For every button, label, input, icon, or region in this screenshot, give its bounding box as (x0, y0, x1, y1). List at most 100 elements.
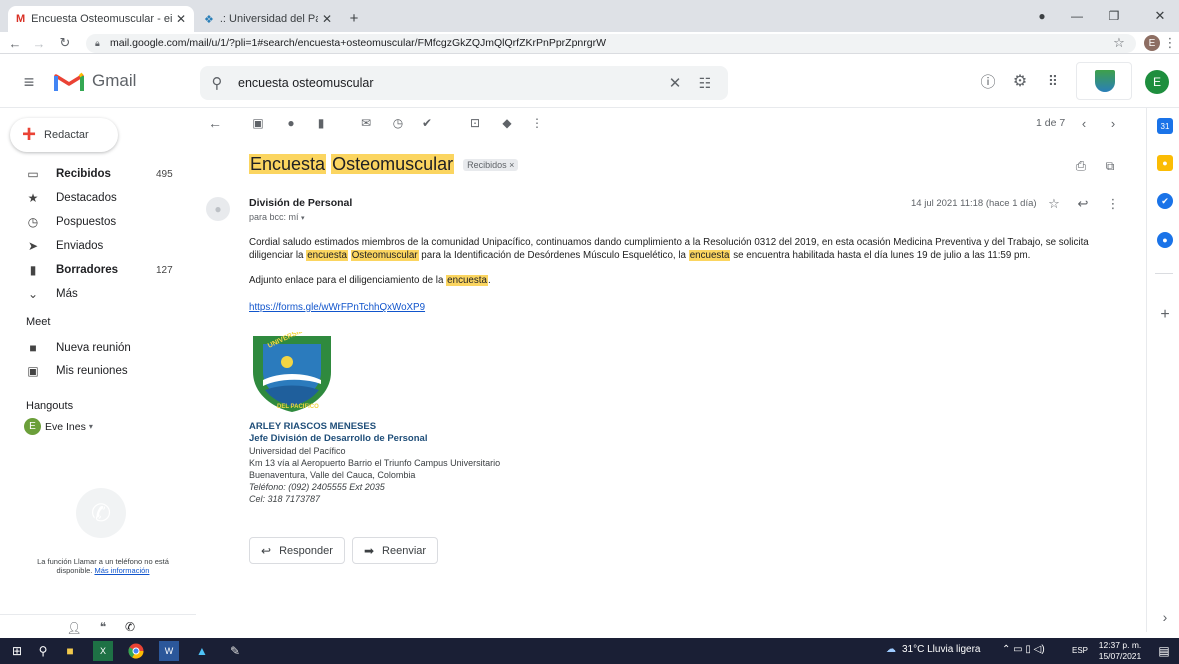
minimize-window-icon[interactable]: — (1067, 6, 1087, 26)
org-logo-box[interactable] (1076, 62, 1132, 100)
tab-close-icon[interactable]: ✕ (176, 12, 186, 26)
sidebar-item-inbox[interactable]: ▭ Recibidos 495 (0, 162, 196, 186)
search-bar[interactable]: ⚲ encuesta osteomuscular ✕ ☷ (200, 66, 728, 100)
keep-app-icon[interactable]: ● (1157, 155, 1173, 171)
sidebar-item-label: Recibidos (56, 168, 111, 180)
expand-panel-chevron-icon[interactable]: › (1156, 608, 1174, 626)
search-input[interactable]: encuesta osteomuscular (238, 76, 374, 90)
message-more-icon[interactable]: ⋮ (1104, 195, 1122, 213)
more-actions-icon[interactable]: ⋮ (528, 114, 546, 132)
profile-avatar[interactable]: E (1144, 35, 1160, 51)
star-outline-icon[interactable]: ☆ (1045, 195, 1063, 213)
forward-arrow-icon[interactable]: → (30, 34, 48, 52)
label-tag-icon[interactable]: ◆ (498, 114, 516, 132)
paint-icon[interactable]: ✎ (225, 641, 245, 661)
url-field[interactable]: 🔒︎ mail.google.com/mail/u/1/?pli=1#searc… (86, 34, 1136, 53)
hangouts-heading: Hangouts (26, 400, 74, 412)
panel-divider (1155, 273, 1173, 274)
close-window-icon[interactable]: ✕ (1150, 6, 1170, 26)
chevron-down-icon: ▾ (301, 215, 305, 222)
snooze-clock-icon[interactable]: ◷ (389, 114, 407, 132)
browser-tab-university[interactable]: ❖ .: Universidad del Pacifico - Buen ✕ (196, 6, 340, 32)
back-to-search-icon[interactable]: ← (206, 114, 224, 132)
label-chip[interactable]: Recibidos × (463, 159, 519, 172)
unread-count: 495 (156, 168, 173, 180)
archive-icon[interactable]: ▣ (249, 114, 267, 132)
language-indicator[interactable]: ESP (1072, 646, 1088, 655)
meet-new-meeting[interactable]: ■ Nueva reunión (0, 336, 196, 360)
clock[interactable]: 12:37 p. m. 15/07/2021 (1098, 640, 1142, 662)
back-arrow-icon[interactable]: ← (6, 34, 24, 52)
meet-my-meetings[interactable]: ▣ Mis reuniones (0, 359, 196, 383)
weather-widget[interactable]: ☁ 31°C Lluvia ligera (886, 644, 981, 655)
tab-search-icon[interactable]: ● (1034, 8, 1050, 24)
sidebar-item-sent[interactable]: ➤ Enviados (0, 234, 196, 258)
move-to-icon[interactable]: ⊡ (466, 114, 484, 132)
forward-button[interactable]: ➡ Reenviar (352, 537, 438, 564)
notifications-icon[interactable]: ▤ (1154, 641, 1174, 661)
sender-name[interactable]: División de Personal (249, 197, 352, 209)
chat-bubble-icon[interactable]: ❝ (94, 618, 112, 636)
delete-trash-icon[interactable]: ▮ (312, 114, 330, 132)
excel-icon[interactable]: X (93, 641, 113, 661)
compose-button[interactable]: + Redactar (10, 118, 118, 152)
hangouts-user[interactable]: E Eve Ines ▾ (24, 418, 93, 435)
photos-icon[interactable]: ▲ (192, 641, 212, 661)
older-chevron-right-icon[interactable]: › (1104, 114, 1122, 132)
contacts-app-icon[interactable]: ● (1157, 232, 1173, 248)
gmail-logo-icon[interactable] (54, 70, 84, 92)
chrome-icon[interactable] (126, 641, 146, 661)
tab-close-icon[interactable]: ✕ (322, 12, 332, 26)
tasks-app-icon[interactable]: ✔ (1157, 193, 1173, 209)
signature-line: Km 13 vía al Aeropuerto Barrio el Triunf… (249, 458, 501, 468)
survey-link[interactable]: https://forms.gle/wWrFPnTchhQxWoXP9 (249, 302, 425, 313)
help-icon[interactable]: ⓘ (978, 71, 998, 91)
clear-search-icon[interactable]: ✕ (666, 74, 684, 92)
sidebar-item-drafts[interactable]: ▮ Borradores 127 (0, 258, 196, 282)
system-tray-icons[interactable]: ⌃ ▭ ▯ ◁) (1002, 644, 1045, 655)
browser-menu-icon[interactable]: ⋮ (1164, 34, 1177, 52)
new-tab-button[interactable]: + (344, 8, 364, 28)
url-text: mail.google.com/mail/u/1/?pli=1#search/e… (110, 37, 607, 49)
account-avatar[interactable]: E (1145, 70, 1169, 94)
sidebar-item-snoozed[interactable]: ◷ Pospuestos (0, 210, 196, 234)
browser-tab-gmail[interactable]: M Encuesta Osteomuscular - einesr ✕ (8, 6, 194, 32)
windows-start-icon[interactable]: ⊞ (7, 641, 27, 661)
open-new-window-icon[interactable]: ⧉ (1101, 157, 1119, 175)
send-icon: ➤ (27, 239, 39, 253)
taskbar-search-icon[interactable]: ⚲ (33, 641, 53, 661)
sidebar-item-more[interactable]: ⌄ Más (0, 282, 196, 306)
file-explorer-icon[interactable]: ■ (60, 641, 80, 661)
print-icon[interactable]: ⎙ (1072, 157, 1090, 175)
sidebar-item-starred[interactable]: ★ Destacados (0, 186, 196, 210)
add-to-tasks-icon[interactable]: ✔ (418, 114, 436, 132)
word-icon[interactable]: W (159, 641, 179, 661)
mark-unread-icon[interactable]: ✉ (357, 114, 375, 132)
reply-arrow-icon[interactable]: ↩ (1074, 195, 1092, 213)
settings-gear-icon[interactable]: ⚙ (1010, 71, 1030, 91)
bookmark-star-icon[interactable]: ☆ (1110, 34, 1128, 52)
meet-heading: Meet (26, 316, 51, 328)
add-addon-icon[interactable]: + (1156, 306, 1174, 324)
university-logo: UNIVERSIDAD DEL PACIFICO (249, 323, 335, 414)
draft-icon: ▮ (29, 263, 37, 277)
search-icon[interactable]: ⚲ (208, 74, 226, 92)
recipients-line[interactable]: para bcc: mí ▾ (249, 212, 305, 222)
newer-chevron-left-icon[interactable]: ‹ (1075, 114, 1093, 132)
compose-plus-icon: + (22, 121, 37, 148)
signature-line: Universidad del Pacífico (249, 446, 346, 456)
body-text: Adjunto enlace para el diligenciamiento … (249, 275, 447, 286)
reload-icon[interactable]: ↻ (56, 34, 74, 52)
reply-button[interactable]: ↩ Responder (249, 537, 345, 564)
search-options-icon[interactable]: ☷ (696, 74, 714, 92)
report-spam-icon[interactable]: ● (282, 114, 300, 132)
contacts-icon[interactable]: 👤︎ (66, 620, 82, 636)
calendar-app-icon[interactable]: 31 (1157, 118, 1173, 134)
main-menu-icon[interactable]: ≡ (18, 71, 40, 93)
apps-grid-icon[interactable]: ⠿ (1043, 71, 1063, 91)
phone-icon[interactable]: ✆ (122, 619, 138, 635)
sidebar-item-label: Enviados (56, 240, 104, 252)
more-info-link[interactable]: Más información (94, 566, 149, 575)
address-bar-row: ← → ↻ 🔒︎ mail.google.com/mail/u/1/?pli=1… (0, 32, 1179, 54)
restore-window-icon[interactable]: ❐ (1104, 6, 1124, 26)
